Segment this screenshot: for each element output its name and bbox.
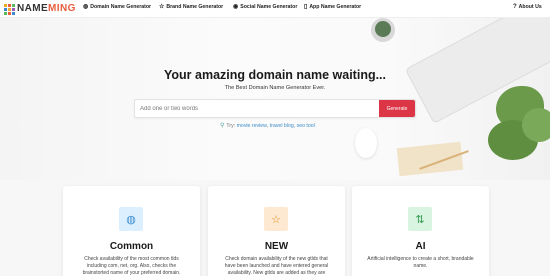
logo-text: NAMEMING [17,1,76,17]
logo-square [4,7,7,11]
logo-grid-icon [4,3,15,15]
monstera-plant-image [488,86,550,166]
card-description: Check domain availability of the new gtl… [224,256,329,276]
mouse-image [355,128,377,158]
logo-square [4,11,7,15]
try-link-travel-blog[interactable]: travel blog [270,123,294,129]
nav-label: Social Name Generator [240,4,298,10]
logo-square [12,3,15,7]
nav-social-name-generator[interactable]: ◉ Social Name Generator [233,4,297,10]
try-link-seo-tool[interactable]: seo tool [297,123,315,129]
nav-about-us[interactable]: ? About Us [513,4,542,10]
generate-button[interactable]: Generate [379,100,415,117]
mobile-icon: ▯ [304,4,308,10]
navbar: NAMEMING ◍ Domain Name Generator ☆ Brand… [0,0,550,18]
globe-icon: ◍ [83,4,89,10]
logo-text-part1: NAME [17,3,49,14]
logo-square [8,3,11,7]
nav-label: About Us [518,4,542,10]
question-icon: ? [513,4,517,10]
hero-section: Your amazing domain name waiting... The … [0,18,550,180]
nav-brand-name-generator[interactable]: ☆ Brand Name Generator [159,4,223,10]
card-description: Artificial intelligence to create a shor… [367,256,474,269]
search-box: Generate [134,99,416,118]
card-title: NEW [264,241,289,252]
search-input[interactable] [135,100,379,117]
globe-icon: ◍ [119,207,143,231]
hero-title: Your amazing domain name waiting... [163,68,387,82]
logo-text-part2: MING [48,3,76,14]
nav-label: App Name Generator [309,4,362,10]
lightbulb-icon: ⚲ [220,123,225,129]
card-title: Common [109,241,154,252]
try-label: Try: [226,122,236,129]
feature-card-common: ◍ Common Check availability of the most … [63,186,200,276]
logo-square [12,11,15,15]
logo-square [12,7,15,11]
feature-card-ai: ⇅ AI Artificial intelligence to create a… [352,186,489,276]
logo-square [8,11,11,15]
try-suggestions: ⚲ Try: movie review, travel blog, seo to… [220,122,315,130]
hero-subtitle: The Best Domain Name Generator Ever. [224,85,326,91]
try-link-movie-review[interactable]: movie review [237,123,267,129]
logo-square [4,3,7,7]
user-icon: ◉ [233,4,239,10]
logo[interactable]: NAMEMING [4,1,76,17]
feature-card-new: ☆ NEW Check domain availability of the n… [208,186,345,276]
logo-square [8,7,11,11]
nav-label: Brand Name Generator [166,4,224,10]
nav-app-name-generator[interactable]: ▯ App Name Generator [304,4,361,10]
sort-icon: ⇅ [408,207,432,231]
card-description: Check availability of the most common tl… [82,256,181,276]
star-icon: ☆ [159,4,165,10]
card-title: AI [415,241,426,252]
nav-domain-name-generator[interactable]: ◍ Domain Name Generator [83,4,151,10]
notepad-image [396,141,464,177]
nav-label: Domain Name Generator [90,4,152,10]
succulent-plant-image [366,18,400,46]
star-icon: ☆ [264,207,288,231]
